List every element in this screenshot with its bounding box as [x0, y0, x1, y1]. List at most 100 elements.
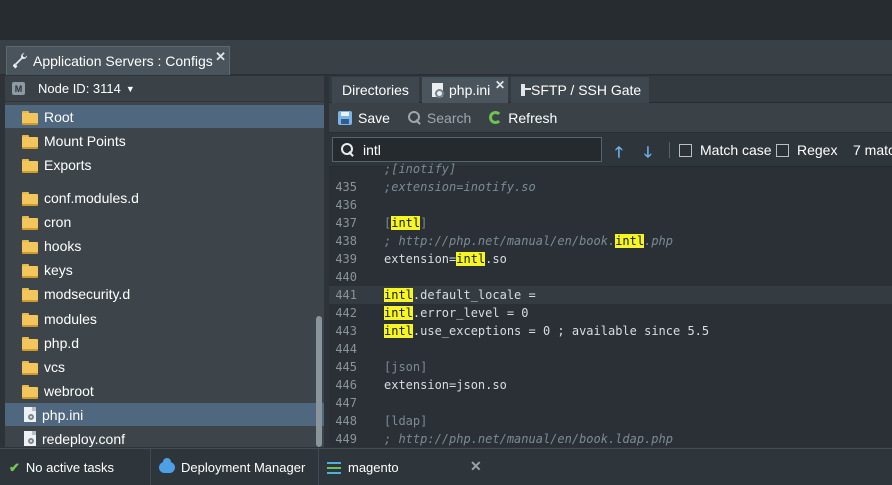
regex-box[interactable]	[776, 143, 789, 157]
check-icon: ✔	[9, 459, 20, 475]
code-token: ;[inotify]	[384, 162, 457, 176]
code-token: [json]	[384, 360, 428, 374]
tree-item[interactable]: Root	[5, 105, 324, 128]
tab-sftp-ssh-gate[interactable]: SFTP / SSH Gate	[511, 77, 649, 103]
tree-item[interactable]: php.ini	[5, 403, 324, 426]
code-editor[interactable]: ;[inotify] 435 ;extension=inotify.so 436 437…	[329, 162, 892, 447]
code-text: intl.error_level = 0	[384, 304, 529, 322]
environment-icon	[327, 461, 341, 474]
search-label: Search	[426, 109, 472, 126]
code-token: .so	[485, 252, 507, 266]
folder-icon	[22, 360, 38, 375]
deployment-manager-button[interactable]: Deployment Manager	[159, 455, 305, 480]
line-number: 449	[335, 432, 357, 446]
tree-item[interactable]: modules	[5, 307, 324, 330]
tree-item[interactable]: cron	[5, 210, 324, 233]
code-text: extension=intl.so	[384, 250, 507, 268]
tree-item[interactable]: php.d	[5, 331, 324, 354]
tree-item[interactable]: hooks	[5, 234, 324, 257]
match-case-label: Match case	[700, 142, 772, 158]
tree-item[interactable]: webroot	[5, 379, 324, 402]
line-number: 445	[335, 360, 357, 374]
code-token: ]	[420, 216, 428, 230]
env-tab-magento[interactable]: magento	[327, 455, 399, 480]
node-badge-icon: M	[12, 82, 25, 95]
search-icon	[341, 143, 354, 156]
code-line: 437 [intl]	[329, 214, 892, 232]
code-line: 436	[329, 196, 892, 214]
tree-item[interactable]: Mount Points	[5, 129, 324, 152]
tree-item-label: modsecurity.d	[44, 285, 131, 302]
search-match: intl	[384, 288, 413, 302]
chevron-down-icon: ▼	[125, 83, 135, 94]
code-token: ; http://php.net/manual/en/book.ldap.php	[384, 432, 673, 446]
code-text: extension=json.so	[384, 376, 507, 394]
tree-item[interactable]: vcs	[5, 355, 324, 378]
tree-item[interactable]: modsecurity.d	[5, 282, 324, 305]
code-line: 443 intl.use_exceptions = 0 ; available s…	[329, 322, 892, 340]
line-number: 448	[335, 414, 357, 428]
line-number: 439	[335, 252, 357, 266]
tab-sftp-label: SFTP / SSH Gate	[531, 82, 642, 98]
code-text: intl.use_exceptions = 0 ; available sinc…	[384, 322, 709, 340]
folder-icon	[22, 215, 38, 230]
window-tab-app-servers[interactable]: Application Servers : Configs ✕	[6, 46, 230, 75]
editor-panel: Directories php.ini ✕ SFTP / SSH Gate Sa…	[329, 76, 892, 447]
tasks-label: No active tasks	[25, 460, 115, 475]
line-number: 437	[335, 216, 357, 230]
regex-label: Regex	[797, 142, 838, 158]
folder-icon	[22, 110, 38, 125]
status-divider	[150, 449, 151, 485]
code-line: 448 [ldap]	[329, 412, 892, 430]
window-close-icon[interactable]: ✕	[215, 49, 226, 65]
editor-tab-strip: Directories php.ini ✕ SFTP / SSH Gate	[329, 76, 892, 103]
terminal-icon	[521, 84, 531, 96]
tree-item-label: Root	[44, 108, 74, 125]
code-text: ;[inotify]	[384, 160, 456, 178]
match-case-checkbox[interactable]: Match case	[679, 142, 772, 158]
tree-item[interactable]: Exports	[5, 153, 324, 176]
code-text: ; http://php.net/manual/en/book.intl.php	[384, 232, 673, 250]
code-token: .use_exceptions = 0 ; available since 5.…	[412, 324, 710, 338]
code-line: 439 extension=intl.so	[329, 250, 892, 268]
config-file-icon	[24, 431, 36, 446]
code-text: [intl]	[384, 214, 427, 232]
status-divider	[318, 449, 319, 485]
regex-checkbox[interactable]: Regex	[776, 142, 837, 158]
code-line: ;[inotify]	[329, 160, 892, 178]
tab-php-ini[interactable]: php.ini ✕	[422, 77, 508, 103]
line-number: 440	[335, 270, 357, 284]
window-title: Application Servers : Configs	[33, 53, 213, 69]
refresh-button[interactable]: Refresh	[489, 110, 557, 126]
search-button[interactable]: Search	[407, 109, 472, 126]
tree-scrollbar[interactable]	[316, 316, 322, 447]
env-close-icon[interactable]: ✕	[470, 458, 482, 475]
file-tree-panel: M Node ID: 3114 ▼ Root Mount Points Export…	[5, 76, 324, 447]
code-line: 449 ; http://php.net/manual/en/book.ldap.…	[329, 430, 892, 447]
search-match: intl	[384, 306, 413, 320]
tasks-status[interactable]: ✔ No active tasks	[9, 455, 114, 480]
deployment-manager-label: Deployment Manager	[181, 460, 306, 475]
tab-php-ini-label: php.ini	[449, 82, 491, 98]
save-button[interactable]: Save	[338, 110, 390, 126]
tree-item-label: vcs	[44, 358, 65, 375]
folder-icon	[22, 312, 38, 327]
folder-icon	[22, 191, 38, 206]
code-text: intl.default_locale =	[384, 286, 536, 304]
search-match: intl	[384, 324, 413, 338]
tree-item[interactable]: redeploy.conf	[5, 427, 324, 447]
tab-directories[interactable]: Directories	[332, 77, 419, 103]
line-number: 435	[335, 180, 357, 194]
match-case-box[interactable]	[679, 143, 692, 157]
code-token: ; http://php.net/manual/en/book.	[384, 234, 616, 248]
status-bar: ✔ No active tasks Deployment Manager mag…	[0, 448, 892, 485]
tree-item[interactable]: conf.modules.d	[5, 186, 324, 209]
tree-item-label: modules	[44, 310, 97, 327]
find-input[interactable]: intl	[332, 137, 602, 162]
tab-close-icon[interactable]: ✕	[495, 78, 505, 92]
node-selector[interactable]: M Node ID: 3114 ▼	[5, 76, 324, 102]
code-line: 445 [json]	[329, 358, 892, 376]
refresh-label: Refresh	[508, 109, 558, 126]
search-match: intl	[456, 252, 486, 266]
tree-item[interactable]: keys	[5, 258, 324, 281]
